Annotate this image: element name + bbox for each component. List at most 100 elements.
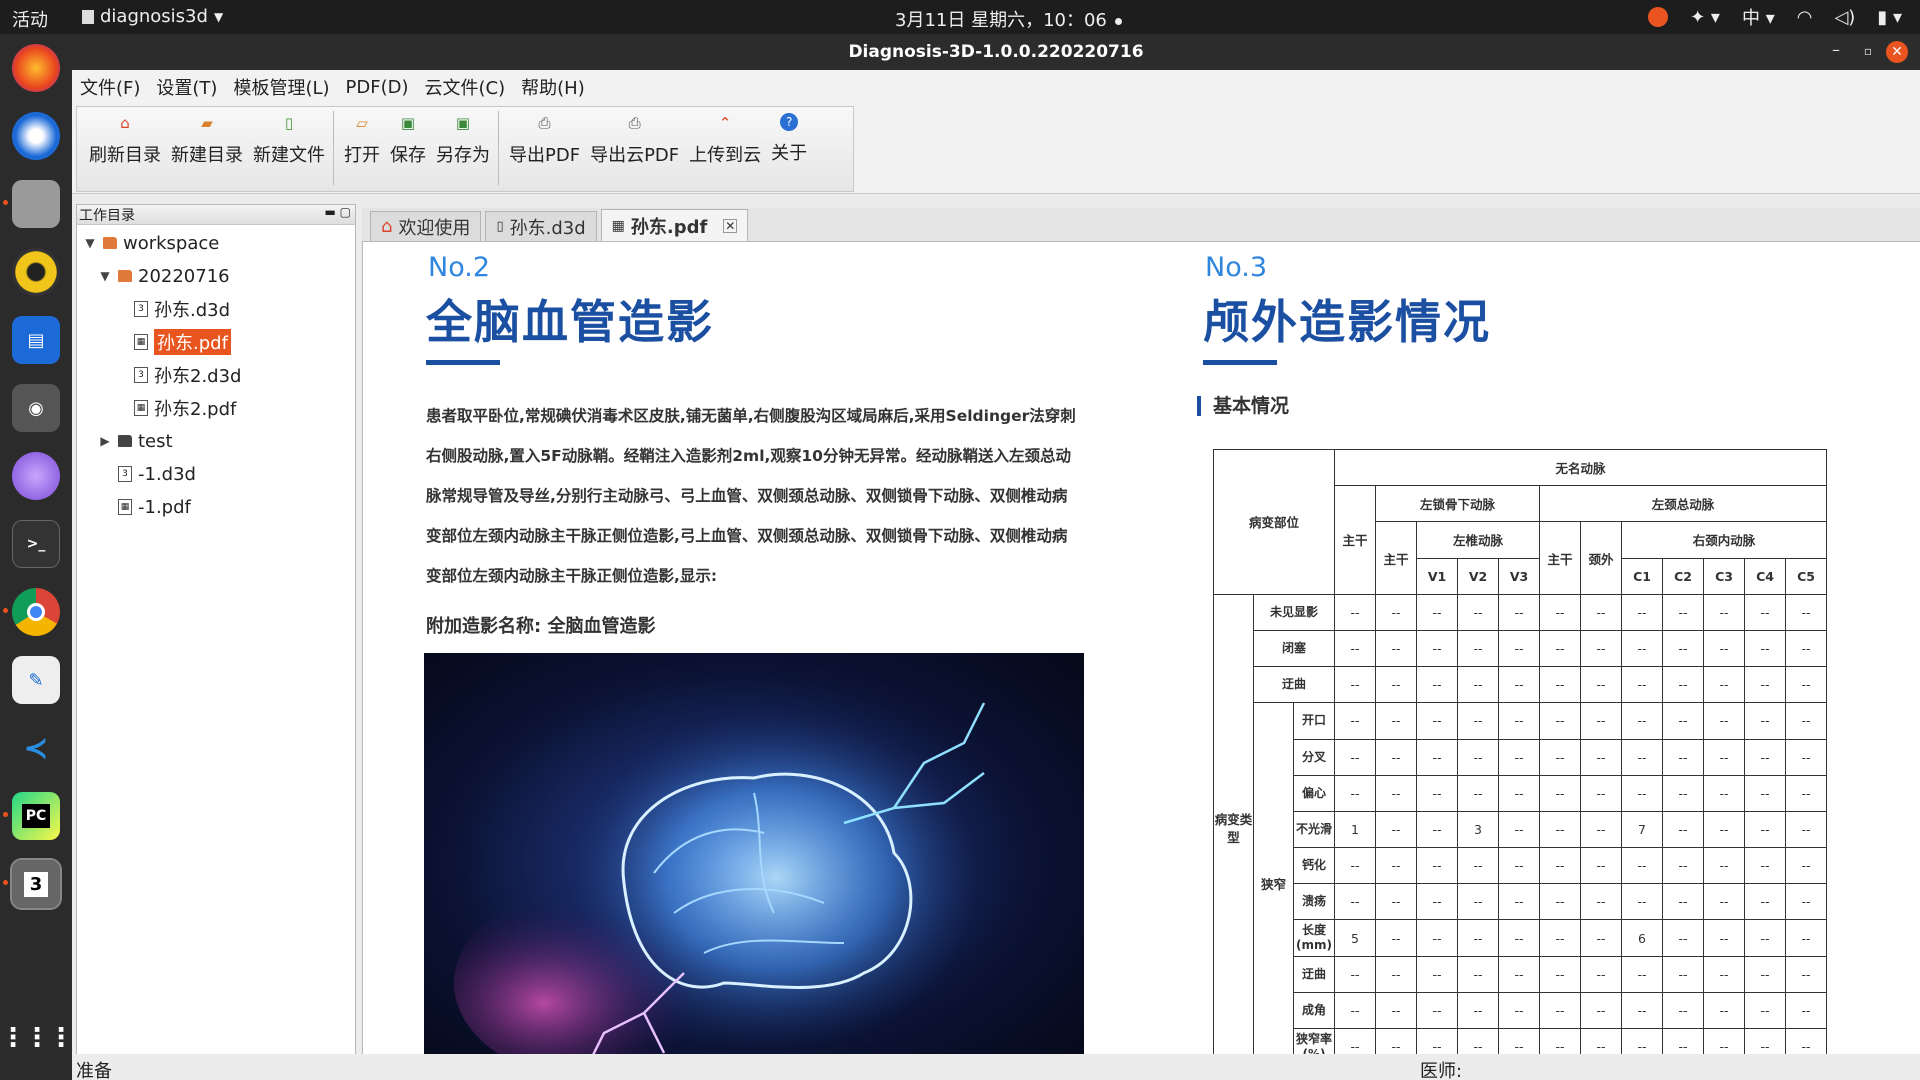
pycharm-icon[interactable]: PC [12,792,60,840]
writer-icon[interactable]: ▤ [12,316,60,364]
tree-item-workspace[interactable]: ▼ workspace [83,229,219,257]
app-menu[interactable]: diagnosis3d ▼ [82,6,223,27]
table-cell: -- [1334,738,1376,776]
app-name: diagnosis3d [100,6,208,27]
table-cell: -- [1785,810,1827,849]
files-icon[interactable] [12,180,60,228]
table-cell: -- [1785,629,1827,668]
pdf-viewer[interactable]: No.2 全脑血管造影 患者取平卧位,常规碘伏消毒术区皮肤,铺无菌单,右侧腹股沟… [362,242,1920,1080]
tree-label: -1.d3d [138,463,196,485]
table-cell: -- [1375,991,1417,1030]
terminal-icon[interactable]: >_ [12,520,60,568]
diagnosis3d-app-icon[interactable]: 3 [10,858,62,910]
tree-item-date-folder[interactable]: ▼ 20220716 [98,262,229,290]
table-cell: -- [1375,738,1417,776]
menu-file[interactable]: 文件(F) [80,74,140,100]
activities-button[interactable]: 活动 [12,6,48,32]
open-button[interactable]: ▱ 打开 [342,107,382,167]
tab-label: 孙东.d3d [509,217,586,239]
close-button[interactable]: ✕ [1886,41,1908,63]
tray-app-icon[interactable] [1648,7,1669,27]
tab-welcome[interactable]: ⌂ 欢迎使用 [370,211,482,241]
save-button[interactable]: ▣ 保存 [388,107,428,167]
browser-globe-icon[interactable] [12,452,60,500]
table-cell: -- [1621,629,1663,668]
tree-item-file[interactable]: ▦ 孙东2.pdf [134,394,236,422]
accessibility-icon[interactable]: ✦ ▾ [1690,7,1720,28]
about-button[interactable]: ? 关于 [769,107,809,165]
table-cell: -- [1621,883,1663,921]
section-number: No.2 [428,252,491,283]
volume-icon[interactable]: ◁) [1834,7,1855,28]
maximize-button[interactable]: ▫ [1864,44,1872,58]
minimize-button[interactable]: – [1832,40,1840,59]
tree-item-test-folder[interactable]: ▶ test [98,427,172,455]
table-cell: -- [1580,593,1622,631]
refresh-dir-button[interactable]: ⌂ 刷新目录 [87,107,163,167]
battery-icon[interactable]: ▮ ▾ [1877,7,1902,28]
firefox-icon[interactable] [12,44,60,92]
table-row-label: 闭塞 [1253,629,1335,668]
save-as-button[interactable]: ▣ 另存为 [434,107,492,167]
tree-item-file[interactable]: 3 孙东2.d3d [134,361,241,389]
upload-cloud-button[interactable]: ⌃ 上传到云 [687,107,763,167]
table-cell: -- [1539,593,1581,631]
tab-d3d[interactable]: ▯ 孙东.d3d [485,211,597,241]
table-cell: -- [1580,955,1622,993]
angiography-table: 病变部位 无名动脉 主干 左锁骨下动脉 左颈总动脉 主干 左椎动脉 主干 颈外 … [1213,448,1827,1066]
menu-help[interactable]: 帮助(H) [521,74,585,100]
show-apps-icon[interactable]: ⋮⋮⋮ [0,1014,74,1062]
rhythmbox-icon[interactable] [12,248,60,296]
expand-arrow-icon[interactable]: ▼ [98,269,112,283]
table-row-label: 成角 [1293,991,1335,1030]
table-cell: -- [1375,847,1417,885]
new-file-button[interactable]: ▯ 新建文件 [251,107,327,167]
tree-item-file-selected[interactable]: ▦ 孙东.pdf [134,328,231,356]
dock: ▤ ◉ >_ ✎ ≺ PC 3 ⋮⋮⋮ [0,34,74,1080]
table-cell: -- [1621,774,1663,812]
table-cell: -- [1498,991,1540,1030]
collapse-arrow-icon[interactable]: ▶ [98,434,112,448]
table-cell: -- [1457,702,1499,740]
gimp-icon[interactable]: ◉ [12,384,60,432]
tree-item-file[interactable]: ▦ -1.pdf [118,493,191,521]
clock[interactable]: 3月11日 星期六，10：06 [895,6,1122,32]
menu-templates[interactable]: 模板管理(L) [233,74,329,100]
table-cell: -- [1580,738,1622,776]
table-cell: -- [1662,883,1704,921]
table-cell: -- [1498,919,1540,957]
table-cell: -- [1662,991,1704,1030]
table-cell: -- [1416,919,1458,957]
tree-item-file[interactable]: 3 孙东.d3d [134,295,230,323]
close-tab-icon[interactable]: ✕ [723,218,738,233]
menu-pdf[interactable]: PDF(D) [346,77,409,98]
tab-pdf[interactable]: ▦ 孙东.pdf ✕ [600,209,749,241]
tree-item-file[interactable]: 3 -1.d3d [118,460,196,488]
tree-label: -1.pdf [138,496,191,518]
tree-label: 孙东2.d3d [154,366,242,387]
table-cell: -- [1539,955,1581,993]
export-pdf-button[interactable]: ⎙ 导出PDF [507,107,582,167]
export-cloud-pdf-label: 导出云PDF [590,145,680,166]
table-cell: -- [1539,738,1581,776]
tree-label: 孙东.d3d [154,300,231,321]
input-method[interactable]: 中 ▾ [1742,4,1775,30]
thunderbird-icon[interactable] [12,112,60,160]
menu-settings[interactable]: 设置(T) [156,74,217,100]
expand-arrow-icon[interactable]: ▼ [83,236,97,250]
text-editor-icon[interactable]: ✎ [12,656,60,704]
export-cloud-pdf-button[interactable]: ⎙ 导出云PDF [588,107,681,167]
toolbar: ⌂ 刷新目录 ▰ 新建目录 ▯ 新建文件 ▱ 打开 ▣ 保存 ▣ 另存为 ⎙ 导出PDF ⎙ 导… [72,104,1920,194]
table-cell: -- [1457,593,1499,631]
wifi-icon[interactable]: ◠ [1797,7,1813,28]
table-cell: -- [1662,629,1704,668]
chrome-icon[interactable] [12,588,60,636]
table-cell: -- [1416,774,1458,812]
table-cell: -- [1785,666,1827,704]
table-cell: -- [1785,883,1827,921]
menu-cloud[interactable]: 云文件(C) [425,74,506,100]
table-cell: -- [1375,919,1417,957]
new-dir-button[interactable]: ▰ 新建目录 [169,107,245,167]
vscode-icon[interactable]: ≺ [12,724,60,772]
panel-buttons[interactable]: ▬ ▢ [325,205,352,219]
